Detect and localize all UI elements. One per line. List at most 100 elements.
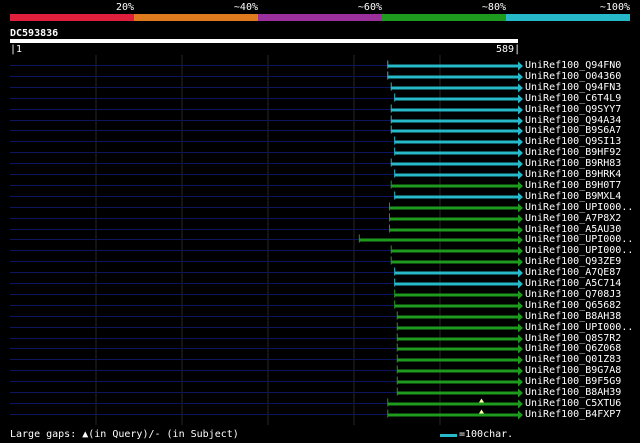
- hit-label[interactable]: UniRef100_A5C714: [525, 278, 621, 289]
- hit-bar: [387, 64, 518, 68]
- hit-label[interactable]: UniRef100_Q708J3: [525, 289, 621, 300]
- hit-bar: [391, 249, 518, 253]
- hit-arrow: [518, 235, 523, 245]
- hit-bar: [394, 271, 518, 275]
- hit-bar: [397, 337, 518, 341]
- hit-arrow: [518, 225, 523, 235]
- hit-label[interactable]: UniRef100_B8AH38: [525, 311, 621, 322]
- hit-bar: [391, 129, 518, 133]
- hit-arrow: [518, 257, 523, 267]
- hit-bar: [397, 369, 518, 373]
- hit-bar: [394, 140, 518, 144]
- hit-bar: [359, 238, 518, 242]
- hit-arrow: [518, 410, 523, 420]
- hit-arrow: [518, 72, 523, 82]
- hit-arrow: [518, 290, 523, 300]
- hit-bar: [391, 86, 518, 90]
- hit-bar: [394, 97, 518, 101]
- hit-arrow: [518, 323, 523, 333]
- hit-label[interactable]: UniRef100_C6T4L9: [525, 93, 621, 104]
- hit-bar: [397, 347, 518, 351]
- hit-arrow: [518, 399, 523, 409]
- footer-gaps-legend: Large gaps: ▲(in Query)/- (in Subject): [10, 429, 239, 440]
- hit-label[interactable]: UniRef100_UPI000..: [525, 234, 633, 245]
- hit-arrow: [518, 377, 523, 387]
- hit-arrow: [518, 334, 523, 344]
- hit-label[interactable]: UniRef100_O04360: [525, 71, 621, 82]
- hit-bar: [394, 151, 518, 155]
- hit-label[interactable]: UniRef100_Q9SYY7: [525, 104, 621, 115]
- hit-bar: [391, 162, 518, 166]
- hit-label[interactable]: UniRef100_Q65682: [525, 300, 621, 311]
- hit-arrow: [518, 344, 523, 354]
- hit-bar: [387, 413, 518, 417]
- hit-bar: [391, 184, 518, 188]
- hit-label[interactable]: UniRef100_Q93ZE9: [525, 256, 621, 267]
- hit-arrow: [518, 137, 523, 147]
- query-gap-marker: [479, 398, 484, 403]
- scale-bar-label: =100char.: [459, 429, 514, 440]
- hit-label[interactable]: UniRef100_B9HRK4: [525, 169, 621, 180]
- hit-arrow: [518, 170, 523, 180]
- hit-arrow: [518, 246, 523, 256]
- hit-label[interactable]: UniRef100_A7P8X2: [525, 213, 621, 224]
- hit-label[interactable]: UniRef100_Q94FN3: [525, 82, 621, 93]
- hit-arrow: [518, 388, 523, 398]
- hit-label[interactable]: UniRef100_B9RH83: [525, 158, 621, 169]
- hit-bar: [394, 293, 518, 297]
- hit-bar: [389, 206, 518, 210]
- hit-bar: [397, 391, 518, 395]
- hit-label[interactable]: UniRef100_Q94FN0: [525, 60, 621, 71]
- hit-label[interactable]: UniRef100_B9HF92: [525, 147, 621, 158]
- hit-arrow: [518, 366, 523, 376]
- hit-label[interactable]: UniRef100_Q01Z83: [525, 354, 621, 365]
- hit-arrow: [518, 126, 523, 136]
- hit-bar: [394, 304, 518, 308]
- hit-label[interactable]: UniRef100_UPI000..: [525, 322, 633, 333]
- query-gap-marker: [479, 409, 484, 414]
- hit-label[interactable]: UniRef100_B9H0T7: [525, 180, 621, 191]
- hit-arrow: [518, 83, 523, 93]
- hit-label[interactable]: UniRef100_B9G7A8: [525, 365, 621, 376]
- hit-bar: [397, 315, 518, 319]
- hit-bar: [391, 260, 518, 264]
- hit-arrow: [518, 159, 523, 169]
- scale-bar: [440, 434, 457, 437]
- hit-arrow: [518, 148, 523, 158]
- hit-label[interactable]: UniRef100_UPI000..: [525, 202, 633, 213]
- hit-label[interactable]: UniRef100_Q9SI13: [525, 136, 621, 147]
- hit-arrow: [518, 203, 523, 213]
- hit-bar: [394, 195, 518, 199]
- hit-bar: [397, 326, 518, 330]
- hit-bar: [387, 402, 518, 406]
- hit-label[interactable]: UniRef100_A7QE87: [525, 267, 621, 278]
- hit-label[interactable]: UniRef100_Q6Z068: [525, 343, 621, 354]
- hit-arrow: [518, 61, 523, 71]
- hit-bar: [397, 358, 518, 362]
- hit-bar: [389, 228, 518, 232]
- hit-label[interactable]: UniRef100_C5XTU6: [525, 398, 621, 409]
- hit-arrow: [518, 355, 523, 365]
- hit-label[interactable]: UniRef100_B8AH39: [525, 387, 621, 398]
- hit-bar: [397, 380, 518, 384]
- hit-arrow: [518, 301, 523, 311]
- hit-bar: [389, 217, 518, 221]
- hit-arrow: [518, 181, 523, 191]
- hit-bar: [391, 119, 518, 123]
- hit-arrow: [518, 279, 523, 289]
- hit-bar: [394, 173, 518, 177]
- hit-arrow: [518, 312, 523, 322]
- hit-label[interactable]: UniRef100_B4FXP7: [525, 409, 621, 420]
- hit-label[interactable]: UniRef100_UPI000..: [525, 245, 633, 256]
- hit-arrow: [518, 116, 523, 126]
- hit-bar: [394, 282, 518, 286]
- hit-bar: [391, 108, 518, 112]
- hit-bar: [387, 75, 518, 79]
- hit-arrow: [518, 94, 523, 104]
- hit-label[interactable]: UniRef100_B9MXL4: [525, 191, 621, 202]
- hit-arrow: [518, 214, 523, 224]
- hit-label[interactable]: UniRef100_B9S6A7: [525, 125, 621, 136]
- hit-arrow: [518, 268, 523, 278]
- hit-arrow: [518, 192, 523, 202]
- hit-label[interactable]: UniRef100_B9F5G9: [525, 376, 621, 387]
